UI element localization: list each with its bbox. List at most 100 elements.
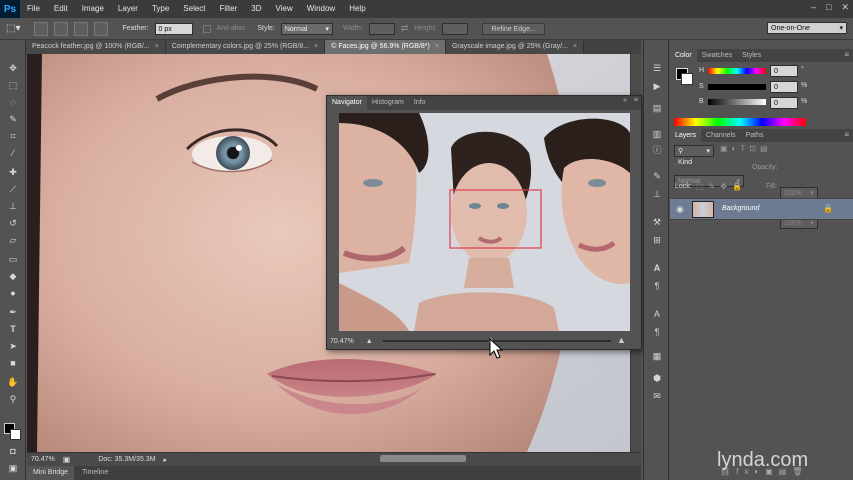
eraser-tool-icon[interactable]: ▱ [5,234,21,247]
tab-swatches[interactable]: Swatches [697,49,737,62]
close-window-button[interactable]: ✕ [841,2,849,13]
marquee-tool-icon[interactable]: ⬚ [5,79,21,92]
menu-edit[interactable]: Edit [47,0,75,18]
b-value-input[interactable]: 0 [770,97,798,109]
eyedropper-tool-icon[interactable]: ⁄ [5,147,21,160]
brush-presets-icon[interactable]: ✎ [650,170,664,182]
3d-icon[interactable]: ⬢ [650,372,664,384]
new-selection-button[interactable] [34,21,49,36]
bg-color-chip[interactable] [681,73,693,85]
tab-info[interactable]: Info [409,96,431,110]
status-menu-icon[interactable]: ▸ [164,456,168,464]
hand-tool-icon[interactable]: ✋ [5,376,21,389]
crop-tool-icon[interactable]: ⌗ [5,130,21,143]
brightness-slider[interactable] [708,99,766,105]
visibility-eye-icon[interactable]: ◉ [676,204,684,215]
menu-image[interactable]: Image [75,0,111,18]
feather-input[interactable]: 0 px [154,22,193,35]
style-dropdown[interactable]: Normal [280,22,333,35]
clone-source-icon[interactable]: ⊥ [650,188,664,200]
menu-3d[interactable]: 3D [244,0,268,18]
quick-select-tool-icon[interactable]: ✎ [5,113,21,126]
dodge-tool-icon[interactable]: ● [5,287,21,300]
width-input[interactable] [368,22,395,35]
paragraph-styles-icon[interactable]: ¶ [650,326,664,338]
shape-tool-icon[interactable]: ■ [5,357,21,370]
menu-type[interactable]: Type [145,0,176,18]
menu-filter[interactable]: Filter [213,0,245,18]
layer-name[interactable]: Background [722,205,759,212]
zoom-level[interactable]: 70.47% [31,456,55,463]
intersect-selection-button[interactable] [94,21,109,36]
tab-color[interactable]: Color [670,49,697,62]
navigator-thumbnail[interactable] [339,113,630,331]
close-icon[interactable]: × [314,43,318,50]
tab-histogram[interactable]: Histogram [367,96,409,110]
info-icon[interactable]: ⓘ [650,144,664,156]
menu-file[interactable]: File [20,0,47,18]
maximize-button[interactable]: □ [826,2,831,13]
panel-menu-icon[interactable]: ≡ [844,50,849,59]
type-tool-icon[interactable]: T [5,323,21,336]
add-selection-button[interactable] [54,21,69,36]
lock-icons[interactable]: ⬚✎✥🔒 [696,182,747,191]
tab-faces[interactable]: © Faces.jpg @ 56.9% (RGB/8*) × [325,40,446,54]
gradient-tool-icon[interactable]: ▭ [5,253,21,266]
zoom-out-icon[interactable]: ▲ [366,338,373,345]
quick-mask-icon[interactable]: ◘ [5,445,21,458]
horizontal-scrollbar-thumb[interactable] [380,455,466,462]
path-select-tool-icon[interactable]: ➤ [5,340,21,353]
menu-help[interactable]: Help [342,0,372,18]
tab-layers[interactable]: Layers [670,129,702,142]
collapse-icon[interactable]: « [623,97,627,104]
character-icon[interactable]: A [650,262,664,274]
panel-menu-icon[interactable]: ≡ [844,130,849,139]
tab-timeline[interactable]: Timeline [76,466,115,480]
pen-tool-icon[interactable]: ✒ [5,306,21,319]
menu-view[interactable]: View [269,0,300,18]
menu-window[interactable]: Window [300,0,342,18]
swap-icon[interactable]: ⇄ [401,23,409,34]
antialias-checkbox[interactable] [202,24,211,33]
healing-brush-tool-icon[interactable]: ✚ [5,166,21,179]
navigator-zoom[interactable]: 70.47% [330,338,354,345]
background-color-swatch[interactable] [10,429,21,440]
history-brush-tool-icon[interactable]: ↺ [5,217,21,230]
brush-tool-icon[interactable]: ⟋ [5,183,21,196]
saturation-slider[interactable] [708,84,766,90]
adjustments-icon[interactable]: ▥ [650,128,664,140]
hue-slider[interactable] [708,68,766,74]
h-value-input[interactable]: 0 [770,65,798,77]
zoom-in-icon[interactable]: ▲ [617,335,626,345]
history-icon[interactable]: ☰ [650,62,664,74]
tab-styles[interactable]: Styles [737,49,766,62]
subtract-selection-button[interactable] [74,21,89,36]
close-icon[interactable]: × [435,43,439,50]
paragraph-icon[interactable]: ¶ [650,280,664,292]
workspace-dropdown[interactable]: One-on-One [767,22,847,34]
menu-select[interactable]: Select [176,0,212,18]
tab-peacock-feather[interactable]: Peacock feather.jpg @ 100% (RGB/... × [26,40,166,54]
tab-grayscale-image[interactable]: Grayscale image.jpg @ 25% (Gray/... × [445,40,585,54]
tab-paths[interactable]: Paths [741,129,769,142]
height-input[interactable] [442,22,469,35]
lasso-tool-icon[interactable]: ◌ [5,96,21,109]
tab-mini-bridge[interactable]: Mini Bridge [27,466,75,480]
brush-icon[interactable]: ⊞ [650,234,664,246]
blur-tool-icon[interactable]: ◆ [5,270,21,283]
actions-icon[interactable]: ▶ [650,80,664,92]
tab-complementary-colors[interactable]: Complementary colors.jpg @ 25% (RGB/8...… [165,40,326,54]
marquee-preset-icon[interactable]: ⬚▾ [6,23,20,34]
minimize-button[interactable]: – [811,2,816,13]
layer-row-background[interactable]: ◉ Background 🔒 [670,198,853,220]
tab-navigator[interactable]: Navigator [327,96,367,110]
s-value-input[interactable]: 0 [770,81,798,93]
properties-icon[interactable]: ▤ [650,102,664,114]
zoom-tool-icon[interactable]: ⚲ [5,393,21,406]
doc-info-icon[interactable]: ▣ [63,455,71,464]
layer-comps-icon[interactable]: ▦ [650,350,664,362]
clone-stamp-tool-icon[interactable]: ⊥ [5,200,21,213]
close-icon[interactable]: × [155,43,159,50]
tab-channels[interactable]: Channels [701,129,741,142]
refine-edge-button[interactable]: Refine Edge... [482,22,545,35]
